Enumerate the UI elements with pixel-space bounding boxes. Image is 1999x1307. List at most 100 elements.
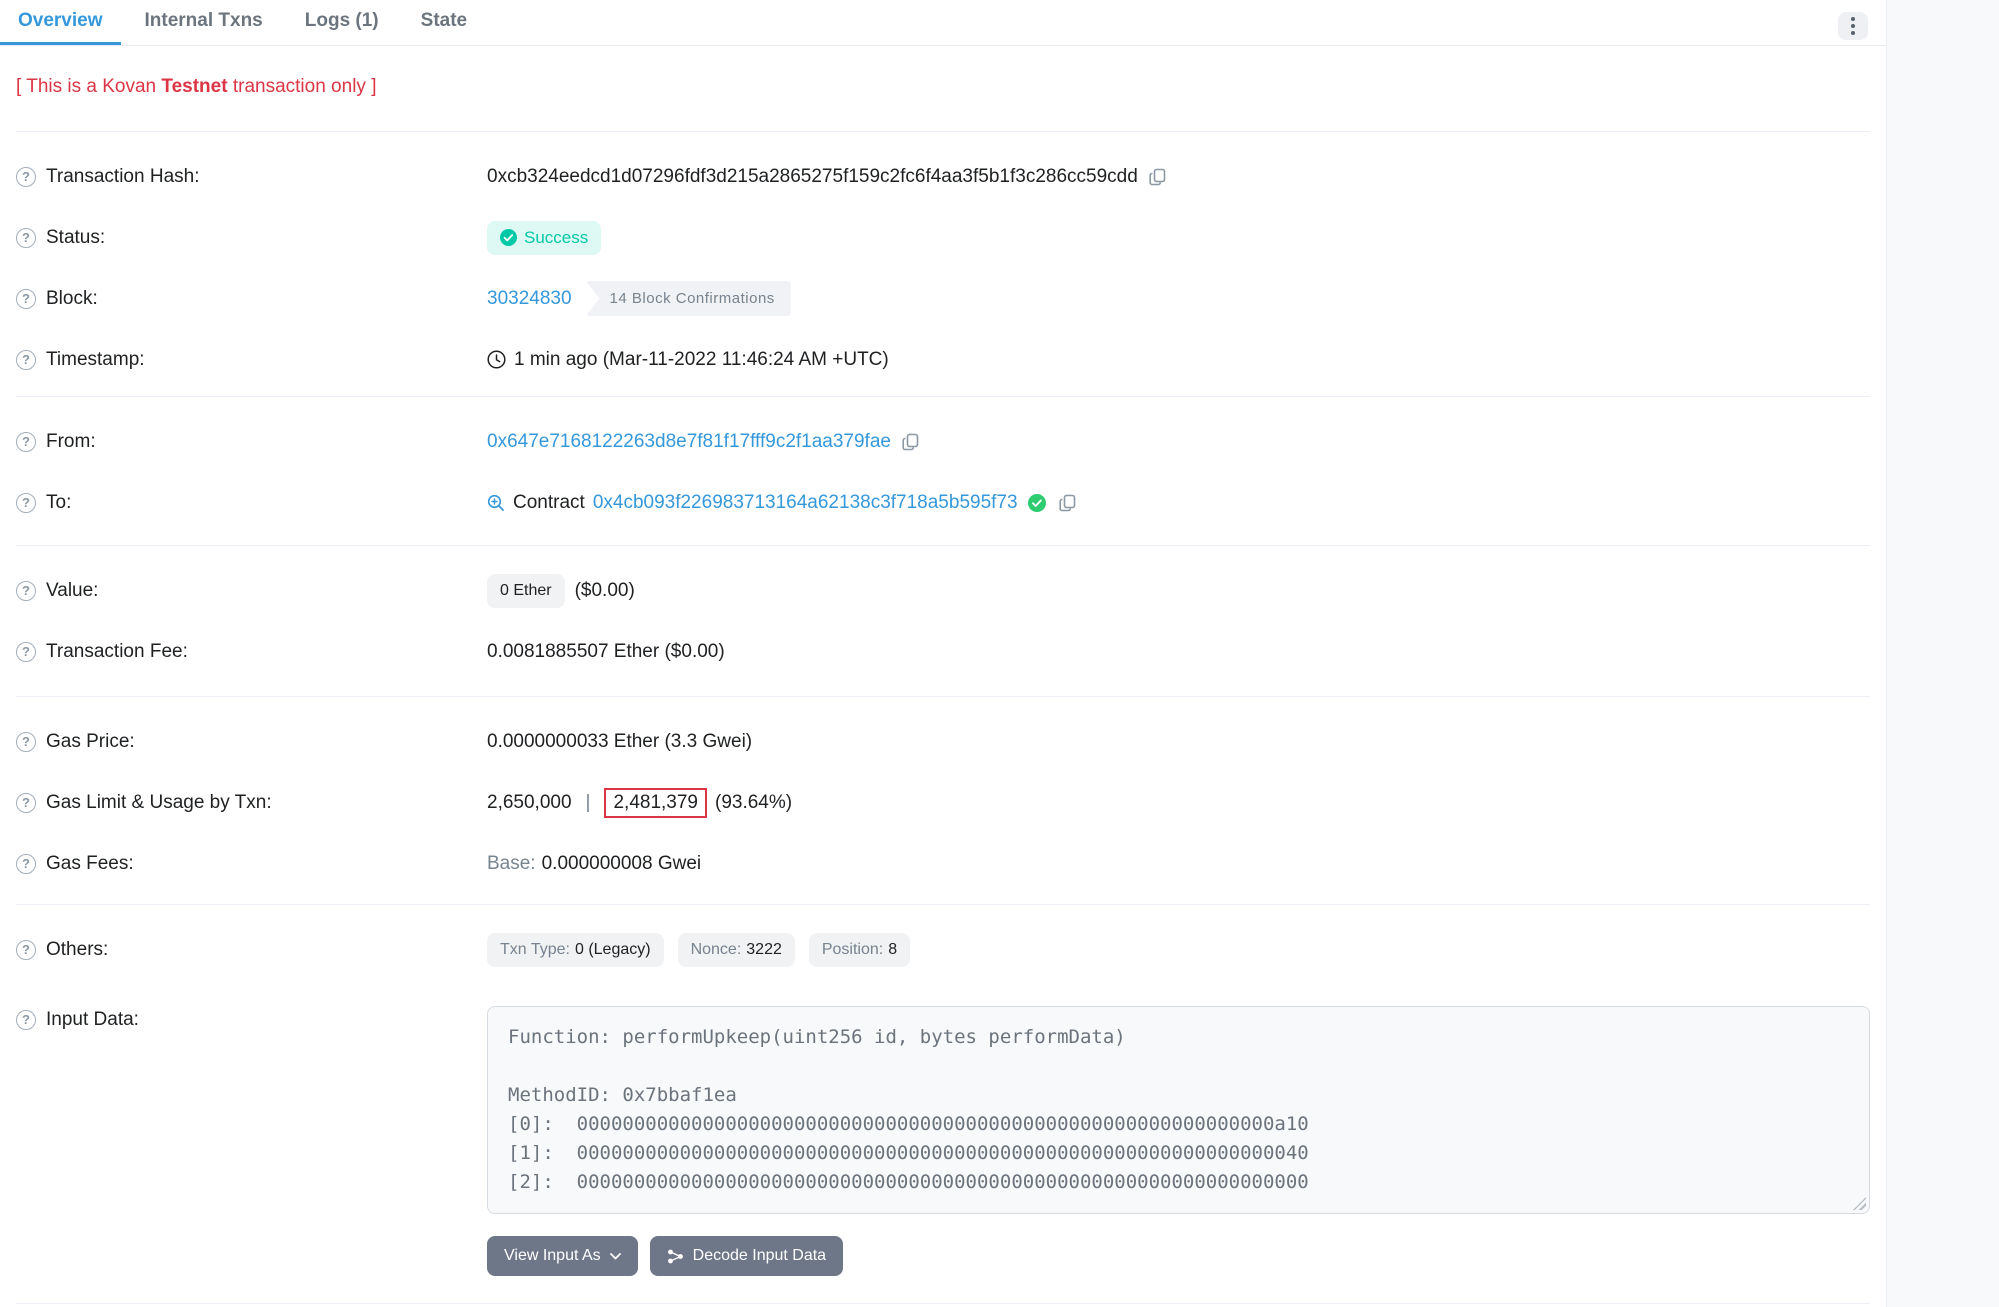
timestamp-value: 1 min ago (Mar-11-2022 11:46:24 AM +UTC) — [514, 349, 889, 371]
help-icon[interactable] — [16, 167, 36, 187]
row-gas-limit-usage: Gas Limit & Usage by Txn: 2,650,000 | 2,… — [16, 772, 1870, 833]
help-icon[interactable] — [16, 940, 36, 960]
status-label: Status: — [16, 227, 487, 249]
help-icon[interactable] — [16, 732, 36, 752]
input-data-textarea[interactable]: Function: performUpkeep(uint256 id, byte… — [487, 1006, 1870, 1214]
button-label: Decode Input Data — [693, 1247, 826, 1265]
position-badge: Position: 8 — [809, 933, 910, 967]
label-text: Gas Price: — [46, 731, 135, 753]
row-to: To: Contract 0x4cb093f226983713164a62138… — [16, 472, 1870, 533]
input-data-line — [508, 1052, 1849, 1081]
decode-input-data-button[interactable]: Decode Input Data — [650, 1236, 843, 1276]
from-address-link[interactable]: 0x647e7168122263d8e7f81f17fff9c2f1aa379f… — [487, 431, 891, 453]
button-label: View Input As — [504, 1247, 601, 1265]
help-icon[interactable] — [16, 1010, 36, 1030]
label-text: To: — [46, 492, 71, 514]
row-gas-price: Gas Price: 0.0000000033 Ether (3.3 Gwei) — [16, 711, 1870, 772]
tab-bar: Overview Internal Txns Logs (1) State — [0, 0, 1886, 46]
badge-value: 8 — [888, 941, 897, 959]
tab-internal-txns[interactable]: Internal Txns — [127, 0, 281, 45]
label-text: Transaction Hash: — [46, 166, 199, 188]
badge-label: Txn Type: — [500, 941, 570, 959]
kebab-menu-icon — [1851, 24, 1855, 28]
input-data-line: [0]: 00000000000000000000000000000000000… — [508, 1110, 1849, 1139]
transaction-overview-card: Overview Internal Txns Logs (1) State [ … — [0, 0, 1886, 1304]
section-gas: Gas Price: 0.0000000033 Ether (3.3 Gwei)… — [16, 697, 1870, 904]
copy-icon[interactable] — [901, 432, 921, 452]
input-data-line: [2]: 00000000000000000000000000000000000… — [508, 1168, 1849, 1197]
badge-label: Position: — [822, 941, 883, 959]
divider — [16, 1303, 1870, 1304]
textarea-resize-handle[interactable] — [1853, 1197, 1866, 1210]
input-data-line: [1]: 00000000000000000000000000000000000… — [508, 1139, 1849, 1168]
zoom-in-icon[interactable] — [487, 494, 505, 512]
decode-icon — [667, 1248, 684, 1265]
block-number-link[interactable]: 30324830 — [487, 288, 572, 310]
timestamp-label: Timestamp: — [16, 349, 487, 371]
kebab-menu-button[interactable] — [1838, 12, 1868, 40]
label-text: Value: — [46, 580, 98, 602]
tab-state[interactable]: State — [403, 0, 485, 45]
help-icon[interactable] — [16, 289, 36, 309]
label-text: Block: — [46, 288, 98, 310]
clock-icon — [487, 350, 506, 369]
testnet-warning-bold: Testnet — [161, 76, 227, 97]
transaction-hash-value: 0xcb324eedcd1d07296fdf3d215a2865275f159c… — [487, 166, 1138, 188]
block-label: Block: — [16, 288, 487, 310]
section-value: Value: 0 Ether ($0.00) Transaction Fee: … — [16, 546, 1870, 696]
row-value: Value: 0 Ether ($0.00) — [16, 560, 1870, 621]
gas-base-label: Base: — [487, 853, 536, 875]
help-icon[interactable] — [16, 581, 36, 601]
copy-icon[interactable] — [1058, 493, 1078, 513]
gas-base-value: 0.000000008 Gwei — [542, 853, 702, 875]
section-summary: Transaction Hash: 0xcb324eedcd1d07296fdf… — [16, 132, 1870, 396]
row-others: Others: Txn Type: 0 (Legacy) Nonce: 3222… — [16, 919, 1870, 980]
others-label: Others: — [16, 939, 487, 961]
transaction-fee-label: Transaction Fee: — [16, 641, 487, 663]
badge-value: 0 (Legacy) — [575, 941, 651, 959]
gas-used-highlight-box: 2,481,379 — [604, 788, 707, 818]
help-icon[interactable] — [16, 493, 36, 513]
status-badge: Success — [487, 221, 601, 255]
block-confirmations-badge: 14 Block Confirmations — [586, 281, 791, 316]
row-transaction-hash: Transaction Hash: 0xcb324eedcd1d07296fdf… — [16, 146, 1870, 207]
kebab-menu-icon — [1851, 31, 1855, 35]
tab-logs[interactable]: Logs (1) — [287, 0, 397, 45]
help-icon[interactable] — [16, 793, 36, 813]
gas-price-label: Gas Price: — [16, 731, 487, 753]
value-label: Value: — [16, 580, 487, 602]
chevron-down-icon — [610, 1253, 621, 1260]
contract-word: Contract — [513, 492, 585, 514]
verified-contract-icon — [1028, 494, 1046, 512]
label-text: Input Data: — [46, 1009, 139, 1031]
help-icon[interactable] — [16, 642, 36, 662]
help-icon[interactable] — [16, 228, 36, 248]
check-circle-icon — [500, 229, 517, 246]
help-icon[interactable] — [16, 350, 36, 370]
help-icon[interactable] — [16, 432, 36, 452]
label-text: From: — [46, 431, 96, 453]
row-gas-fees: Gas Fees: Base: 0.000000008 Gwei — [16, 833, 1870, 894]
view-input-as-button[interactable]: View Input As — [487, 1236, 638, 1276]
label-text: Gas Fees: — [46, 853, 134, 875]
label-text: Status: — [46, 227, 105, 249]
input-data-line: Function: performUpkeep(uint256 id, byte… — [508, 1023, 1849, 1052]
to-address-link[interactable]: 0x4cb093f226983713164a62138c3f718a5b595f… — [593, 492, 1018, 514]
row-from: From: 0x647e7168122263d8e7f81f17fff9c2f1… — [16, 411, 1870, 472]
row-input-data: Input Data: Function: performUpkeep(uint… — [16, 980, 1870, 1214]
badge-label: Nonce: — [691, 941, 742, 959]
from-label: From: — [16, 431, 487, 453]
gas-fees-label: Gas Fees: — [16, 853, 487, 875]
row-status: Status: Success — [16, 207, 1870, 268]
kebab-menu-icon — [1851, 17, 1855, 21]
tab-overview[interactable]: Overview — [0, 0, 121, 45]
input-data-line: MethodID: 0x7bbaf1ea — [508, 1081, 1849, 1110]
section-parties: From: 0x647e7168122263d8e7f81f17fff9c2f1… — [16, 397, 1870, 545]
section-others: Others: Txn Type: 0 (Legacy) Nonce: 3222… — [16, 905, 1870, 1303]
help-icon[interactable] — [16, 854, 36, 874]
copy-icon[interactable] — [1148, 167, 1168, 187]
row-timestamp: Timestamp: 1 min ago (Mar-11-2022 11:46:… — [16, 329, 1870, 390]
testnet-warning-text: [ This is a Kovan — [16, 76, 161, 97]
gas-limit-value: 2,650,000 — [487, 792, 572, 814]
label-text: Gas Limit & Usage by Txn: — [46, 792, 272, 814]
